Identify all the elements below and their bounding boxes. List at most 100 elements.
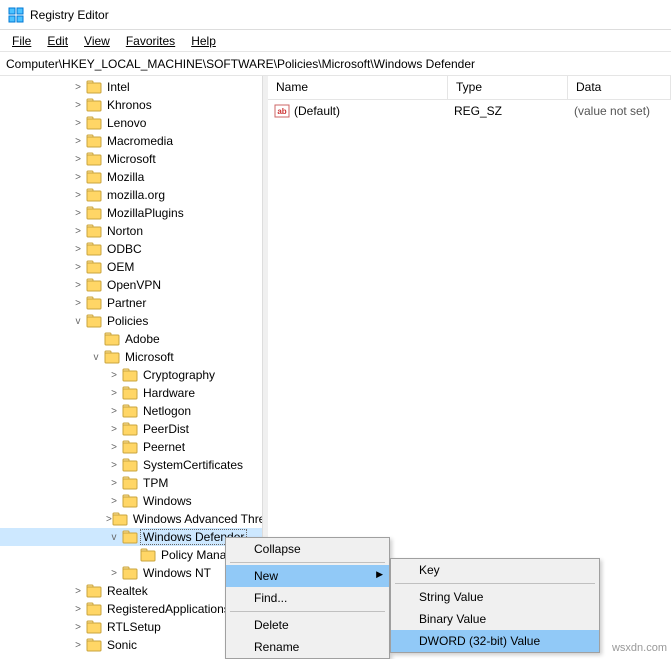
tree-item[interactable]: > Windows [0, 492, 262, 510]
tree-item[interactable]: > Microsoft [0, 150, 262, 168]
tree-item[interactable]: > Peernet [0, 438, 262, 456]
cm-new-string[interactable]: String Value [391, 586, 599, 608]
tree-item[interactable]: > Macromedia [0, 132, 262, 150]
address-bar[interactable]: Computer\HKEY_LOCAL_MACHINE\SOFTWARE\Pol… [0, 52, 671, 76]
tree-item[interactable]: > MozillaPlugins [0, 204, 262, 222]
cm-find[interactable]: Find... [226, 587, 389, 609]
expander-icon[interactable]: > [106, 496, 122, 507]
menubar: File Edit View Favorites Help [0, 30, 671, 52]
expander-icon[interactable]: > [70, 640, 86, 651]
cm-separator [230, 562, 385, 563]
tree-item[interactable]: > SystemCertificates [0, 456, 262, 474]
expander-icon[interactable]: > [106, 478, 122, 489]
expander-icon[interactable]: > [70, 100, 86, 111]
tree-item-windows-defender[interactable]: v Windows Defender [0, 528, 262, 546]
tree-item[interactable]: > Khronos [0, 96, 262, 114]
expander-icon[interactable]: > [70, 136, 86, 147]
cm-separator [395, 583, 595, 584]
expander-icon[interactable]: > [106, 370, 122, 381]
tree-item[interactable]: > Cryptography [0, 366, 262, 384]
menu-edit[interactable]: Edit [39, 32, 76, 50]
expander-icon[interactable]: > [70, 226, 86, 237]
folder-icon [86, 205, 102, 221]
tree-item[interactable]: > Partner [0, 294, 262, 312]
expander-icon[interactable]: > [70, 82, 86, 93]
expander-icon[interactable]: > [106, 442, 122, 453]
menu-favorites[interactable]: Favorites [118, 32, 183, 50]
tree-item[interactable]: > Sonic [0, 636, 262, 654]
cm-new-dword[interactable]: DWORD (32-bit) Value [391, 630, 599, 652]
tree-item[interactable]: > Norton [0, 222, 262, 240]
expander-icon[interactable]: > [70, 244, 86, 255]
tree-item[interactable]: > Netlogon [0, 402, 262, 420]
tree-pane[interactable]: > Intel> Khronos> Lenovo> Macromedia> Mi… [0, 76, 263, 656]
tree-item[interactable]: > OpenVPN [0, 276, 262, 294]
tree-item[interactable]: > Windows NT [0, 564, 262, 582]
folder-icon [86, 79, 102, 95]
tree-item[interactable]: > Hardware [0, 384, 262, 402]
tree-item-policies[interactable]: v Policies [0, 312, 262, 330]
context-menu-main: Collapse New▶ Find... Delete Rename [225, 537, 390, 659]
column-name[interactable]: Name [268, 76, 448, 99]
expander-icon[interactable]: > [70, 586, 86, 597]
expander-icon[interactable]: > [106, 424, 122, 435]
expander-icon[interactable]: v [88, 352, 104, 363]
expander-icon[interactable]: > [70, 208, 86, 219]
expander-icon[interactable]: > [106, 406, 122, 417]
tree-item-label: Cryptography [141, 368, 217, 382]
menu-file[interactable]: File [4, 32, 39, 50]
tree-item-label: Partner [105, 296, 148, 310]
tree-item[interactable]: > RTLSetup [0, 618, 262, 636]
cm-separator [230, 611, 385, 612]
list-header: Name Type Data [268, 76, 671, 100]
cm-new-binary[interactable]: Binary Value [391, 608, 599, 630]
cm-collapse[interactable]: Collapse [226, 538, 389, 560]
expander-icon[interactable]: v [70, 316, 86, 327]
folder-icon [86, 295, 102, 311]
tree-item-label: Microsoft [105, 152, 158, 166]
folder-icon [122, 421, 138, 437]
tree-item[interactable]: > Realtek [0, 582, 262, 600]
expander-icon[interactable]: v [106, 532, 122, 543]
cm-delete[interactable]: Delete [226, 614, 389, 636]
menu-view[interactable]: View [76, 32, 118, 50]
tree-item[interactable]: Adobe [0, 330, 262, 348]
tree-item[interactable]: > OEM [0, 258, 262, 276]
folder-icon [122, 385, 138, 401]
tree-item-label: Realtek [105, 584, 150, 598]
tree-item-label: Norton [105, 224, 145, 238]
tree-item[interactable]: > Mozilla [0, 168, 262, 186]
tree-item-microsoft[interactable]: v Microsoft [0, 348, 262, 366]
tree-item[interactable]: > Intel [0, 78, 262, 96]
tree-root: > Intel> Khronos> Lenovo> Macromedia> Mi… [0, 78, 262, 654]
tree-item[interactable]: > RegisteredApplications [0, 600, 262, 618]
expander-icon[interactable]: > [106, 460, 122, 471]
expander-icon[interactable]: > [70, 262, 86, 273]
menu-help[interactable]: Help [183, 32, 224, 50]
tree-item[interactable]: > Lenovo [0, 114, 262, 132]
tree-item[interactable]: > mozilla.org [0, 186, 262, 204]
folder-icon [122, 475, 138, 491]
tree-item[interactable]: > ODBC [0, 240, 262, 258]
value-row[interactable]: ab (Default) REG_SZ (value not set) [268, 102, 671, 120]
tree-item-label: Netlogon [141, 404, 193, 418]
expander-icon[interactable]: > [106, 388, 122, 399]
cm-rename[interactable]: Rename [226, 636, 389, 658]
expander-icon[interactable]: > [70, 190, 86, 201]
column-data[interactable]: Data [568, 76, 671, 99]
expander-icon[interactable]: > [70, 298, 86, 309]
column-type[interactable]: Type [448, 76, 568, 99]
tree-item[interactable]: > PeerDist [0, 420, 262, 438]
expander-icon[interactable]: > [70, 118, 86, 129]
expander-icon[interactable]: > [70, 154, 86, 165]
tree-item[interactable]: > Windows Advanced Threat Protection [0, 510, 262, 528]
expander-icon[interactable]: > [70, 172, 86, 183]
expander-icon[interactable]: > [70, 622, 86, 633]
expander-icon[interactable]: > [70, 280, 86, 291]
tree-item-policy-manager[interactable]: Policy Manager [0, 546, 262, 564]
expander-icon[interactable]: > [106, 568, 122, 579]
cm-new[interactable]: New▶ [226, 565, 389, 587]
expander-icon[interactable]: > [70, 604, 86, 615]
tree-item[interactable]: > TPM [0, 474, 262, 492]
cm-new-key[interactable]: Key [391, 559, 599, 581]
